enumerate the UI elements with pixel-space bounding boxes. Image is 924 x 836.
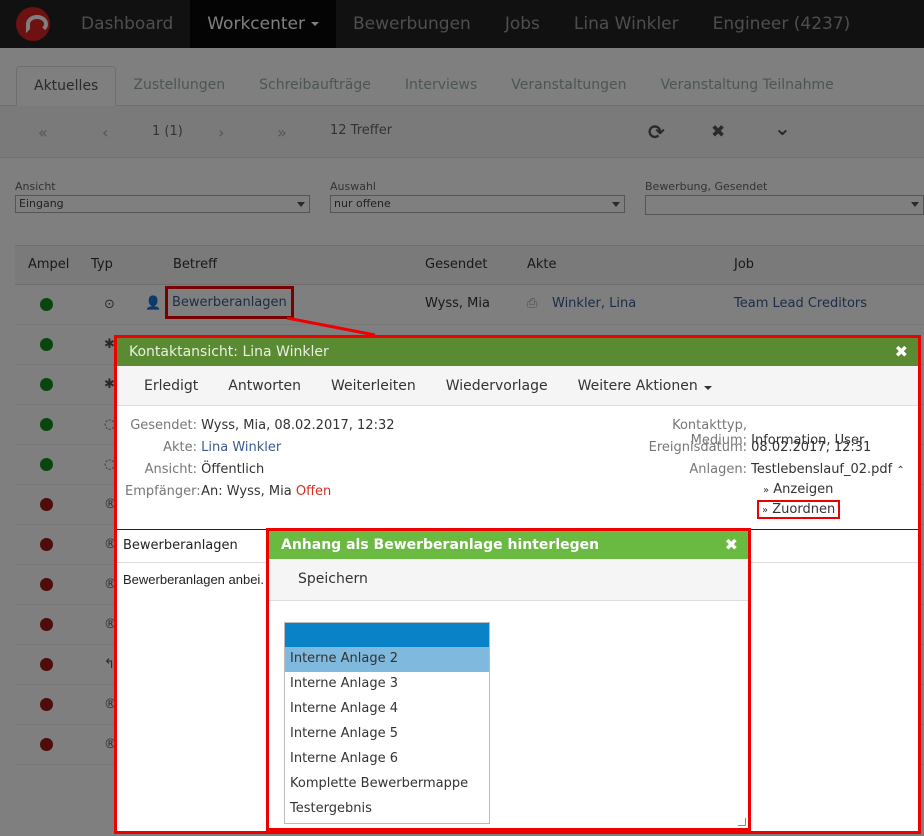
message-body: Bewerberanlagen anbei. xyxy=(123,572,264,587)
kv-anlagen: Anlagen: Testlebenslauf_02.pdf ⌃ xyxy=(620,462,904,477)
zuordnen-label: Zuordnen xyxy=(772,502,836,517)
attachment-dialog-menu: Speichern xyxy=(269,559,748,601)
kv-value[interactable]: Testlebenslauf_02.pdf xyxy=(751,462,892,477)
close-icon[interactable]: ✖ xyxy=(725,535,738,554)
contact-dialog-title-text: Kontaktansicht: Lina Winkler xyxy=(129,344,329,360)
kv-label: Gesendet: xyxy=(130,418,197,433)
kv-value: An: Wyss, Mia xyxy=(201,484,292,499)
double-chevron-icon: » xyxy=(762,505,769,516)
kv-gesendet: Gesendet: Wyss, Mia, 08.02.2017, 12:32 xyxy=(125,418,395,433)
close-icon[interactable]: ✖ xyxy=(895,342,908,361)
weiterleiten-button[interactable]: Weiterleiten xyxy=(316,378,431,394)
kv-label: Ansicht: xyxy=(144,462,197,477)
list-option[interactable]: Komplette Bewerbermappe xyxy=(285,772,489,797)
collapse-icon[interactable]: ⌃ xyxy=(896,465,904,476)
weitere-aktionen-label: Weitere Aktionen xyxy=(577,377,698,394)
list-option[interactable]: Interne Anlage 4 xyxy=(285,697,489,722)
zuordnen-link[interactable]: » Zuordnen xyxy=(756,500,841,519)
wiedervorlage-button[interactable]: Wiedervorlage xyxy=(431,378,563,394)
speichern-button[interactable]: Speichern xyxy=(298,571,368,587)
antworten-button[interactable]: Antworten xyxy=(213,378,316,394)
list-option[interactable]: Interne Anlage 5 xyxy=(285,722,489,747)
kv-ereignisdatum: Ereignisdatum: 08.02.2017, 12:31 xyxy=(620,440,872,455)
attachment-dialog: Anhang als Bewerberanlage hinterlegen ✖ … xyxy=(266,528,751,831)
list-option[interactable]: Testergebnis xyxy=(285,797,489,822)
kv-value: 08.02.2017, 12:31 xyxy=(751,440,872,455)
weitere-aktionen-button[interactable]: Weitere Aktionen xyxy=(563,378,727,394)
kv-value: Öffentlich xyxy=(201,462,265,477)
list-option-empty[interactable] xyxy=(285,623,489,647)
resize-grip-icon[interactable] xyxy=(738,818,746,826)
erledigt-button[interactable]: Erledigt xyxy=(129,378,213,394)
list-option[interactable]: Interne Anlage 3 xyxy=(285,672,489,697)
double-chevron-icon: » xyxy=(763,485,770,496)
kv-label: Anlagen: xyxy=(689,462,747,477)
akte-link[interactable]: Lina Winkler xyxy=(201,440,281,455)
list-option[interactable]: Interne Anlage 6 xyxy=(285,747,489,772)
kv-label: Ereignisdatum: xyxy=(648,440,747,455)
contact-dialog-title: Kontaktansicht: Lina Winkler ✖ xyxy=(117,338,918,366)
kv-akte: Akte: Lina Winkler xyxy=(125,440,281,455)
anzeigen-link[interactable]: » Anzeigen xyxy=(763,482,833,497)
anzeigen-label: Anzeigen xyxy=(773,482,834,497)
kv-value: Wyss, Mia, 08.02.2017, 12:32 xyxy=(201,418,395,433)
attachment-dialog-title: Anhang als Bewerberanlage hinterlegen ✖ xyxy=(269,531,748,559)
attachment-dialog-title-text: Anhang als Bewerberanlage hinterlegen xyxy=(281,537,600,553)
contact-dialog-menu: Erledigt Antworten Weiterleiten Wiedervo… xyxy=(117,366,918,406)
kv-ansicht: Ansicht: Öffentlich xyxy=(125,462,265,477)
kv-label: Akte: xyxy=(163,440,197,455)
caret-down-icon xyxy=(703,385,712,390)
anlage-type-listbox[interactable]: Interne Anlage 2 Interne Anlage 3 Intern… xyxy=(284,622,490,824)
status-offen: Offen xyxy=(295,484,332,499)
kv-label: Empfänger: xyxy=(125,484,201,499)
list-option[interactable]: Interne Anlage 2 xyxy=(285,647,489,672)
kv-empfaenger: Empfänger: An: Wyss, Mia Offen xyxy=(125,484,331,499)
